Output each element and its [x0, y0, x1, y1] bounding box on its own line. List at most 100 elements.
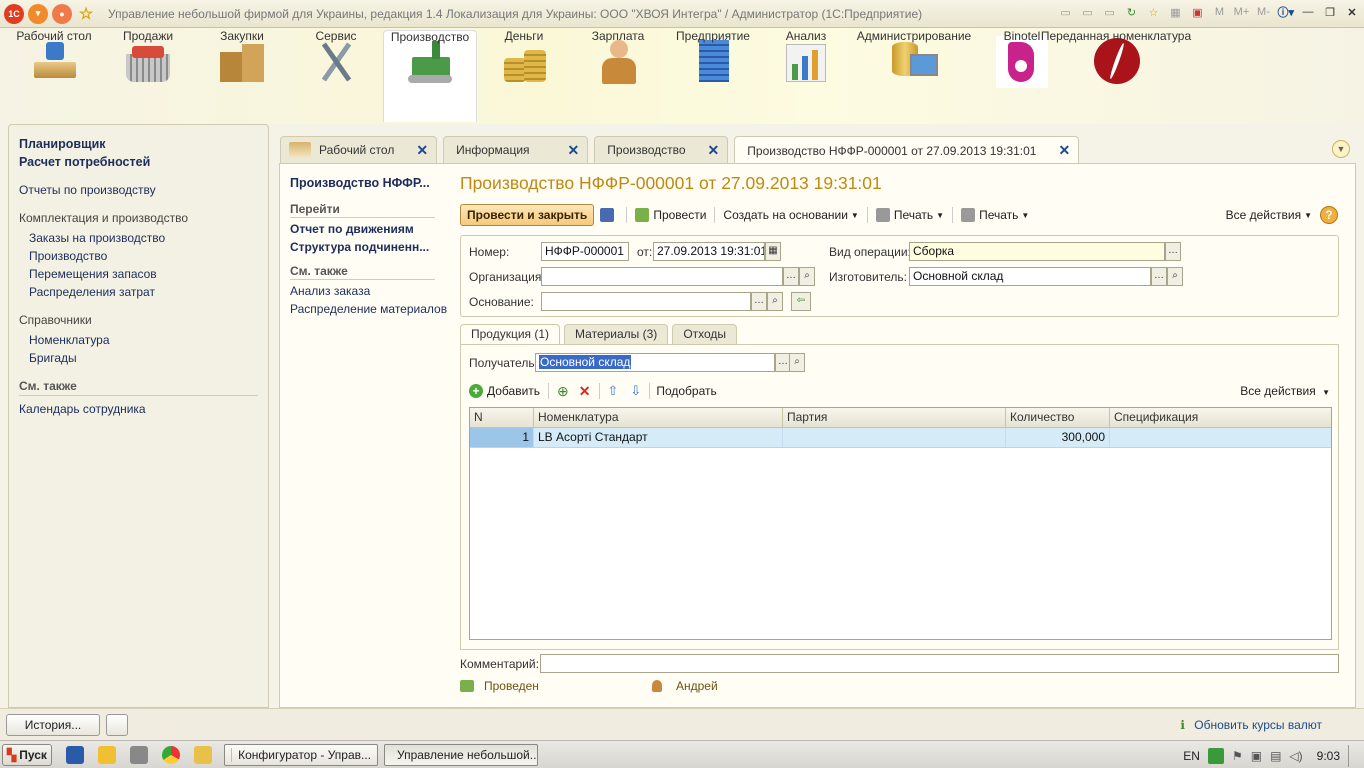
tab-desktop[interactable]: Рабочий стол ✕ — [280, 136, 438, 163]
copy-row-icon[interactable]: ⊕ — [557, 383, 569, 400]
recipient-field[interactable]: Основной склад — [535, 353, 775, 372]
table-row[interactable]: 1 LB Асорті Стандарт 300,000 — [470, 428, 1331, 448]
move-down-icon[interactable]: ⇩ — [630, 383, 641, 399]
print-forms-button[interactable]: Печать ▼ — [961, 208, 1029, 222]
add-row-button[interactable]: Добавить — [487, 384, 540, 398]
info-icon[interactable]: ⓘ▾ — [1277, 4, 1294, 20]
grid-all-actions-button[interactable]: Все действия ▼ — [1240, 384, 1330, 398]
form-nav-material-distribution[interactable]: Распределение материалов — [290, 302, 447, 316]
minimize-icon[interactable]: — — [1300, 6, 1316, 18]
print-icon[interactable]: ▭ — [1079, 6, 1095, 19]
tab-products[interactable]: Продукция (1) — [460, 324, 561, 345]
delete-row-icon[interactable]: ✕ — [579, 383, 591, 400]
operation-type-field[interactable]: Сборка — [909, 242, 1165, 261]
1c-logo-icon[interactable]: 1С — [4, 3, 24, 24]
calc-mminus-button[interactable]: M- — [1255, 6, 1271, 18]
nav-production[interactable]: Производство — [29, 249, 258, 263]
section-analysis[interactable]: Анализ — [770, 30, 842, 122]
security-icon[interactable] — [1207, 748, 1224, 764]
1c-launcher-icon[interactable] — [98, 745, 116, 764]
section-sales[interactable]: Продажи — [112, 30, 184, 122]
start-button[interactable]: ▚ Пуск — [2, 743, 52, 766]
save-icon[interactable]: ▭ — [1057, 6, 1073, 19]
select-ellipsis-button[interactable]: … — [751, 292, 767, 311]
section-salary[interactable]: Зарплата — [582, 30, 654, 122]
section-service[interactable]: Сервис — [300, 30, 372, 122]
tab-production-document[interactable]: Производство НФФР-000001 от 27.09.2013 1… — [734, 136, 1080, 164]
form-nav-order-analysis[interactable]: Анализ заказа — [290, 284, 435, 298]
close-icon[interactable]: ✕ — [568, 142, 580, 159]
close-icon[interactable]: ✕ — [1058, 142, 1070, 159]
all-actions-button[interactable]: Все действия ▼ — [1226, 208, 1312, 222]
post-button[interactable]: Провести — [635, 208, 706, 222]
nav-brigades[interactable]: Бригады — [29, 351, 258, 365]
volume-icon[interactable]: ◁) — [1289, 749, 1302, 763]
explorer-icon[interactable] — [194, 745, 212, 764]
calendar-icon[interactable]: ▣ — [1189, 6, 1205, 19]
favorites-star-icon[interactable]: ☆ — [76, 4, 96, 24]
devices-icon[interactable]: ▣ — [1251, 749, 1262, 763]
section-binotel[interactable]: Binotel — [996, 30, 1048, 122]
section-enterprise[interactable]: Предприятие — [672, 30, 754, 122]
tabs-dropdown-icon[interactable]: ▼ — [1332, 140, 1350, 158]
move-up-icon[interactable]: ⇧ — [608, 383, 619, 399]
calendar-icon[interactable]: ▦ — [765, 242, 781, 261]
search-icon[interactable]: ⌕ — [789, 353, 805, 372]
nav-production-orders[interactable]: Заказы на производство — [29, 231, 258, 245]
network-icon[interactable] — [130, 745, 148, 764]
nav-employee-calendar[interactable]: Календарь сотрудника — [19, 402, 258, 416]
nav-cost-allocation[interactable]: Распределения затрат — [29, 285, 258, 299]
section-administration[interactable]: Администрирование — [857, 30, 971, 122]
powershell-icon[interactable] — [66, 745, 84, 764]
date-field[interactable]: 27.09.2013 19:31:01 — [653, 242, 765, 261]
search-icon[interactable]: ⌕ — [1167, 267, 1183, 286]
nav-nomenclature[interactable]: Номенклатура — [29, 333, 258, 347]
column-nomenclature[interactable]: Номенклатура — [534, 408, 783, 427]
create-based-on-button[interactable]: Создать на основании ▼ — [723, 208, 858, 222]
taskbar-configurator[interactable]: Конфигуратор - Управ... — [224, 743, 378, 766]
calculator-icon[interactable]: ▦ — [1167, 6, 1183, 19]
clock[interactable]: 9:03 — [1317, 749, 1340, 763]
calc-m-button[interactable]: M — [1211, 6, 1227, 18]
close-icon[interactable]: ✕ — [1344, 6, 1360, 19]
tab-materials[interactable]: Материалы (3) — [564, 324, 669, 344]
form-nav-movements-report[interactable]: Отчет по движениям — [290, 222, 435, 236]
form-nav-title[interactable]: Производство НФФР... — [290, 176, 435, 190]
section-purchases[interactable]: Закупки — [206, 30, 278, 122]
section-money[interactable]: Деньги — [488, 30, 560, 122]
select-ellipsis-button[interactable]: … — [1151, 267, 1167, 286]
number-field[interactable]: НФФР-000001 — [541, 242, 629, 261]
tab-waste[interactable]: Отходы — [672, 324, 738, 344]
chrome-icon[interactable] — [162, 745, 180, 764]
nav-stock-transfers[interactable]: Перемещения запасов — [29, 267, 258, 281]
column-specification[interactable]: Спецификация — [1110, 408, 1331, 427]
history-button[interactable]: История... — [6, 714, 100, 736]
show-desktop-button[interactable] — [1348, 745, 1358, 767]
language-indicator[interactable]: EN — [1183, 749, 1200, 763]
select-ellipsis-button[interactable]: … — [1165, 242, 1181, 261]
star-icon[interactable]: ☆ — [1145, 6, 1161, 19]
save-icon[interactable] — [600, 208, 615, 222]
flag-icon[interactable]: ⚑ — [1232, 749, 1243, 763]
section-desktop[interactable]: Рабочий стол — [16, 30, 92, 122]
nav-production-reports[interactable]: Отчеты по производству — [19, 183, 258, 197]
column-batch[interactable]: Партия — [783, 408, 1006, 427]
help-button[interactable]: ? — [1320, 206, 1338, 224]
manufacturer-field[interactable]: Основной склад — [909, 267, 1151, 286]
post-and-close-button[interactable]: Провести и закрыть — [460, 204, 595, 226]
update-currency-rates-link[interactable]: ℹ Обновить курсы валют — [1180, 718, 1322, 732]
calc-mplus-button[interactable]: M+ — [1233, 6, 1250, 18]
pick-button[interactable]: Подобрать — [656, 384, 716, 398]
organization-field[interactable] — [541, 267, 783, 286]
fill-by-basis-icon[interactable]: ⇦ — [791, 292, 811, 311]
section-transferred-nomenclature[interactable]: Переданная номенклатура — [1041, 30, 1191, 122]
tab-production-list[interactable]: Производство ✕ — [594, 136, 729, 163]
section-production[interactable]: Производство — [383, 30, 477, 122]
menu-dropdown-icon[interactable]: ▾ — [28, 3, 48, 24]
column-quantity[interactable]: Количество — [1006, 408, 1110, 427]
search-icon[interactable]: ⌕ — [799, 267, 815, 286]
nav-requirements-calc[interactable]: Расчет потребностей — [19, 155, 258, 169]
column-n[interactable]: N — [470, 408, 534, 427]
nav-planner[interactable]: Планировщик — [19, 137, 258, 151]
search-icon[interactable]: ⌕ — [767, 292, 783, 311]
